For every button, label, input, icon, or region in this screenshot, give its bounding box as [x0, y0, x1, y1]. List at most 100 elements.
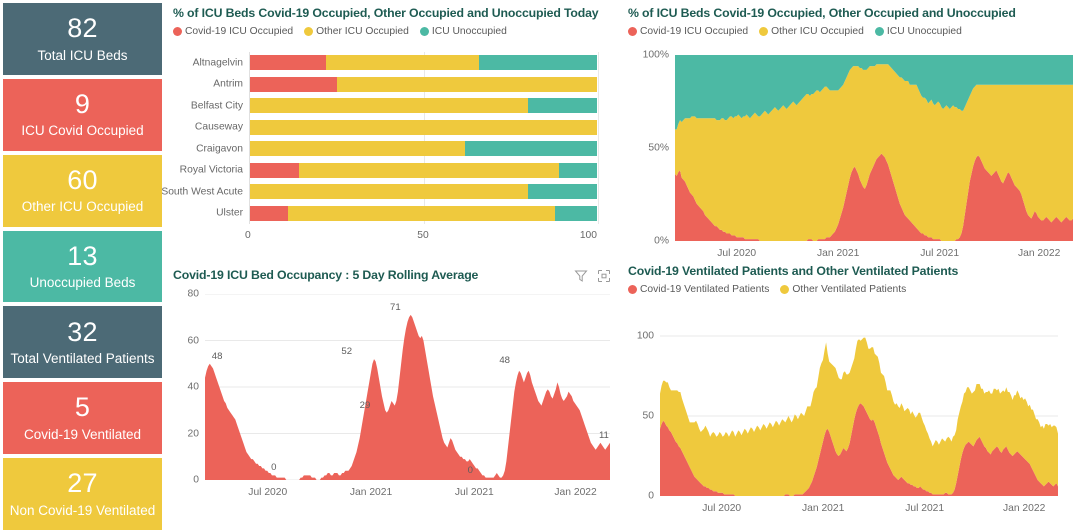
kpi-label: Unoccupied Beds [29, 275, 136, 291]
legend-item[interactable]: Other ICU Occupied [304, 26, 409, 37]
y-tick-label: 100 [636, 330, 654, 342]
series-area [205, 314, 610, 480]
legend-color-swatch [759, 27, 769, 36]
bar-segment[interactable] [250, 119, 597, 135]
x-tick-label: Jan 2022 [1002, 503, 1046, 514]
kpi-unoccupied-beds[interactable]: 13 Unoccupied Beds [3, 230, 162, 303]
kpi-value: 32 [67, 316, 98, 347]
kpi-total-ventilated[interactable]: 32 Total Ventilated Patients [3, 306, 162, 379]
kpi-value: 9 [74, 89, 91, 120]
kpi-label: Other ICU Occupied [21, 199, 144, 215]
bar-segment[interactable] [250, 98, 528, 114]
kpi-icu-covid-occupied[interactable]: 9 ICU Covid Occupied [3, 78, 162, 151]
kpi-other-icu-occupied[interactable]: 60 Other ICU Occupied [3, 154, 162, 227]
bar-segment[interactable] [288, 205, 556, 221]
bar-gridline [598, 52, 599, 224]
rolling-area-svg [205, 294, 610, 480]
data-point-label: 0 [271, 462, 277, 474]
kpi-covid-ventilated[interactable]: 5 Covid-19 Ventilated [3, 382, 162, 455]
bar-segment[interactable] [298, 162, 559, 178]
bar-row[interactable]: Belfast City [191, 98, 597, 114]
kpi-label: ICU Covid Occupied [21, 123, 144, 139]
bar-row[interactable]: Royal Victoria [180, 162, 597, 178]
data-point-label: 29 [359, 399, 371, 411]
ventilated-timeseries-plot: 0 50 100 [637, 320, 1058, 502]
legend-item[interactable]: Covid-19 ICU Occupied [173, 26, 293, 37]
x-tick-label: Jul 2020 [702, 503, 742, 514]
kpi-total-icu-beds[interactable]: 82 Total ICU Beds [3, 3, 162, 75]
bar-segment[interactable] [250, 55, 327, 71]
bar-segment[interactable] [465, 141, 597, 157]
bar-row[interactable]: Altnagelvin [193, 55, 597, 71]
bar-segment[interactable] [250, 205, 289, 221]
kpi-non-covid-ventilated[interactable]: 27 Non Covid-19 Ventilated [3, 458, 162, 530]
legend-item[interactable]: ICU Unoccupied [874, 26, 962, 37]
legend-item[interactable]: Covid-19 Ventilated Patients [628, 284, 769, 295]
legend-color-swatch [419, 27, 429, 36]
bar-segment[interactable] [527, 98, 597, 114]
legend-label: ICU Unoccupied [431, 26, 507, 37]
bar-category-label: Altnagelvin [192, 57, 243, 69]
legend-item[interactable]: Other Ventilated Patients [780, 284, 906, 295]
panel-title-ventilated-patients: Covid-19 Ventilated Patients and Other V… [628, 264, 959, 278]
bar-row[interactable]: Antrim [213, 76, 597, 92]
y-tick-label: 100% [642, 49, 669, 61]
bar-category-label: Antrim [213, 78, 243, 90]
bar-row[interactable]: Craigavon [196, 141, 597, 157]
legend-color-swatch [874, 27, 884, 36]
y-tick-label: 80 [187, 288, 199, 300]
bar-segment[interactable] [250, 184, 528, 200]
bar-category-label: Craigavon [196, 143, 243, 155]
x-tick-label: Jul 2021 [905, 503, 945, 514]
data-point-label: 11 [598, 429, 609, 441]
bar-segment[interactable] [336, 76, 597, 92]
panel-header-icons [574, 269, 611, 283]
kpi-sidebar: 82 Total ICU Beds 9 ICU Covid Occupied 60 Oth… [0, 0, 165, 530]
data-point-label: 48 [211, 350, 223, 362]
legend-color-swatch [173, 27, 182, 36]
kpi-label: Non Covid-19 Ventilated [9, 502, 156, 518]
bar-category-label: Belfast City [190, 100, 243, 112]
legend-item[interactable]: ICU Unoccupied [419, 26, 507, 37]
data-point-label: 0 [467, 464, 473, 476]
bar-x-tick-label: 0 [245, 230, 251, 241]
legend-color-swatch [628, 27, 637, 36]
bar-segment[interactable] [250, 162, 299, 178]
bar-row[interactable]: Causeway [195, 119, 597, 135]
kpi-label: Total Ventilated Patients [10, 350, 155, 366]
bar-segment[interactable] [326, 55, 480, 71]
panel-title-covid-icu-rolling-average: Covid-19 ICU Bed Occupancy : 5 Day Rolli… [173, 268, 479, 282]
panel-title-icu-beds-over-time: % of ICU Beds Covid-19 Occupied, Other O… [628, 6, 1016, 20]
x-tick-label: Jul 2020 [248, 487, 288, 498]
data-point-label: 71 [390, 301, 401, 313]
bar-row[interactable]: South West Acute [161, 184, 597, 200]
kpi-value: 27 [67, 468, 98, 499]
bar-segment[interactable] [250, 76, 337, 92]
data-point-label: 52 [341, 346, 353, 358]
kpi-label: Total ICU Beds [37, 47, 128, 63]
bar-row[interactable]: Ulster [216, 205, 597, 221]
bar-segment[interactable] [558, 162, 597, 178]
bar-segment[interactable] [527, 184, 597, 200]
panel-covid-icu-rolling-average: Covid-19 ICU Bed Occupancy : 5 Day Rolli… [165, 262, 620, 530]
rolling-average-plot: 0 20 40 60 80 [188, 289, 610, 486]
x-tick-label: Jan 2021 [349, 487, 393, 498]
legend-color-swatch [304, 27, 314, 36]
vent-area-svg [660, 335, 1058, 496]
dashboard-page: 82 Total ICU Beds 9 ICU Covid Occupied 60 Oth… [0, 0, 1080, 530]
filter-icon[interactable] [574, 269, 588, 283]
panel-icu-beds-over-time: % of ICU Beds Covid-19 Occupied, Other O… [620, 0, 1080, 259]
legend-item[interactable]: Covid-19 ICU Occupied [628, 26, 748, 37]
bar-segment[interactable] [479, 55, 597, 71]
bar-segment[interactable] [555, 205, 597, 221]
y-tick-label: 20 [187, 428, 199, 439]
kpi-value: 82 [67, 13, 98, 44]
legend-label: Covid-19 Ventilated Patients [640, 284, 770, 295]
focus-mode-icon[interactable] [597, 269, 611, 283]
bar-segment[interactable] [250, 141, 466, 157]
legend-item[interactable]: Other ICU Occupied [759, 26, 864, 37]
y-tick-label: 40 [187, 381, 199, 393]
legend-label: Covid-19 ICU Occupied [640, 26, 749, 37]
bar-category-label: Causeway [194, 121, 243, 133]
y-tick-label: 50% [648, 142, 669, 154]
